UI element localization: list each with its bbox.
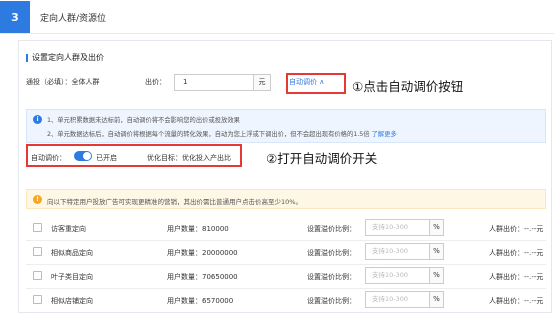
warning-icon: !: [33, 195, 42, 204]
info-line-1: 1、单元积累数据未达标前，自动调价将不会影响您的出价或投放效果: [47, 117, 240, 124]
info-icon: i: [33, 115, 42, 124]
premium-input[interactable]: 支持10-300: [365, 243, 430, 260]
warning-text: 向以下特定用户投放广告可实现更精准的营销，其出价需比普通用户点击价高至少10%。: [47, 198, 302, 206]
table-row: 相似店铺定向 用户数量：6570000 设置溢价比例： 支持10-300 % 人…: [19, 289, 551, 311]
table-row: 叶子类目定向 用户数量：70650000 设置溢价比例： 支持10-300 % …: [19, 265, 551, 287]
audience-bid: 人群出价：--.--元: [489, 273, 544, 281]
audience-name: 访客重定向: [51, 225, 86, 233]
step-number-badge: 3: [0, 1, 30, 33]
info-line-2: 2、单元数据达标后，自动调价将根据每个流量的转化效果，自动为您上浮或下调出价，但…: [47, 129, 397, 138]
premium-unit: %: [430, 291, 444, 308]
user-count: 用户数量：6570000: [167, 297, 234, 305]
targeting-label: 通投（必填）：全体人群: [26, 78, 100, 86]
section-title: 设置定向人群及出价: [26, 52, 104, 63]
premium-label: 设置溢价比例：: [307, 297, 356, 305]
highlight-auto-adjust-toggle: [26, 144, 242, 167]
row-checkbox[interactable]: [33, 295, 42, 304]
bid-label: 出价：: [145, 78, 166, 86]
premium-unit: %: [430, 219, 444, 236]
info-line-2-text: 2、单元数据达标后，自动调价将根据每个流量的转化效果，自动为您上浮或下调出价，但…: [47, 131, 370, 138]
premium-label: 设置溢价比例：: [307, 225, 356, 233]
step-title: 定向人群/资源位: [40, 14, 107, 24]
audience-name: 相似店铺定向: [51, 297, 93, 305]
targeting-card: 设置定向人群及出价 通投（必填）：全体人群 出价： 1 元 自动调价 ∧ i 1…: [18, 40, 552, 313]
premium-label: 设置溢价比例：: [307, 273, 356, 281]
audience-bid: 人群出价：--.--元: [489, 297, 544, 305]
premium-unit: %: [430, 243, 444, 260]
table-row: 访客重定向 用户数量：810000 设置溢价比例： 支持10-300 % 人群出…: [19, 217, 551, 239]
user-count: 用户数量：70650000: [167, 273, 238, 281]
table-row: 相似商品定向 用户数量：20000000 设置溢价比例： 支持10-300 % …: [19, 241, 551, 263]
row-checkbox[interactable]: [33, 223, 42, 232]
section-title-text: 设置定向人群及出价: [32, 53, 104, 62]
row-checkbox[interactable]: [33, 247, 42, 256]
row-checkbox[interactable]: [33, 271, 42, 280]
user-count: 用户数量：810000: [167, 225, 229, 233]
annotation-step-2: ②打开自动调价开关: [266, 151, 378, 166]
premium-input[interactable]: 支持10-300: [365, 291, 430, 308]
highlight-auto-adjust-link: [286, 73, 346, 94]
audience-name: 叶子类目定向: [51, 273, 93, 281]
bid-unit: 元: [254, 74, 271, 91]
audience-bid: 人群出价：--.--元: [489, 225, 544, 233]
audience-name: 相似商品定向: [51, 249, 93, 257]
annotation-step-1: ①点击自动调价按钮: [352, 79, 464, 94]
user-count: 用户数量：20000000: [167, 249, 238, 257]
premium-input[interactable]: 支持10-300: [365, 267, 430, 284]
premium-label: 设置溢价比例：: [307, 249, 356, 257]
section-title-bar: [26, 53, 28, 62]
audience-bid: 人群出价：--.--元: [489, 249, 544, 257]
step-header: 3 定向人群/资源位: [0, 0, 554, 34]
bid-row: 通投（必填）：全体人群 出价： 1 元 自动调价 ∧: [19, 74, 551, 92]
learn-more-link[interactable]: 了解更多: [372, 131, 397, 138]
info-notice: i 1、单元积累数据未达标前，自动调价将不会影响您的出价或投放效果 2、单元数据…: [26, 109, 546, 143]
bid-input[interactable]: 1: [174, 74, 254, 91]
premium-input[interactable]: 支持10-300: [365, 219, 430, 236]
warning-notice: ! 向以下特定用户投放广告可实现更精准的营销，其出价需比普通用户点击价高至少10…: [26, 189, 546, 209]
premium-unit: %: [430, 267, 444, 284]
